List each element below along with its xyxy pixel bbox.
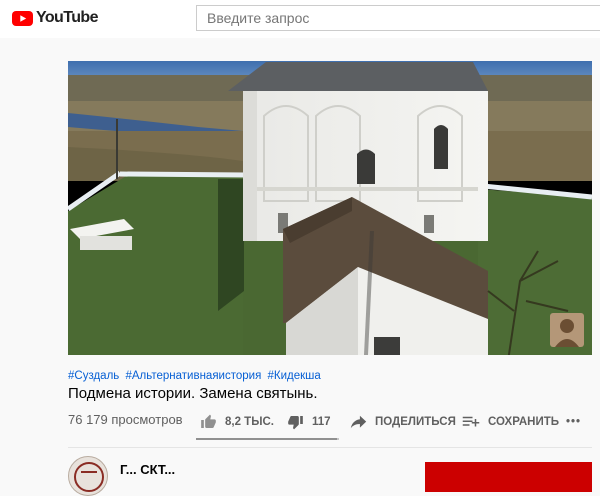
channel-avatar[interactable]	[68, 456, 108, 496]
more-actions-button[interactable]: •••	[566, 408, 581, 436]
search-input[interactable]	[197, 6, 600, 30]
dislike-button[interactable]: 117	[287, 408, 331, 436]
share-button[interactable]: ПОДЕЛИТЬСЯ	[350, 408, 456, 436]
more-icon: •••	[566, 416, 582, 428]
dislike-count: 117	[312, 416, 331, 428]
divider	[68, 447, 592, 448]
sentiment-bar	[196, 438, 339, 440]
video-title: Подмена истории. Замена святынь.	[68, 385, 318, 402]
subscribe-button[interactable]	[425, 462, 592, 492]
search-box	[196, 5, 600, 31]
youtube-logo[interactable]: YouTube	[12, 9, 98, 27]
channel-avatar-image	[74, 462, 104, 492]
hashtag-link[interactable]: #Альтернативнаяистория	[125, 370, 261, 382]
youtube-play-icon	[12, 10, 33, 26]
share-label: ПОДЕЛИТЬСЯ	[375, 416, 456, 428]
thumbs-up-icon	[201, 414, 216, 428]
hashtag-link[interactable]: #Суздаль	[68, 370, 119, 382]
playlist-add-icon	[462, 416, 480, 427]
masthead: YouTube	[0, 0, 600, 38]
hashtag-link[interactable]: #Кидекша	[268, 370, 321, 382]
thumbs-down-icon	[288, 416, 303, 430]
view-count: 76 179 просмотров	[68, 412, 183, 427]
save-button[interactable]: СОХРАНИТЬ	[462, 408, 559, 436]
like-count: 8,2 ТЫС.	[225, 416, 274, 428]
video-player[interactable]	[68, 61, 592, 355]
video-frame	[68, 61, 592, 355]
logo-wordmark: YouTube	[36, 9, 98, 26]
hashtags: #Суздаль #Альтернативнаяистория #Кидекша	[68, 370, 324, 382]
share-icon	[350, 415, 367, 429]
like-button[interactable]: 8,2 ТЫС.	[200, 408, 274, 436]
sentiment-bar-fill	[196, 438, 337, 440]
save-label: СОХРАНИТЬ	[488, 416, 560, 428]
